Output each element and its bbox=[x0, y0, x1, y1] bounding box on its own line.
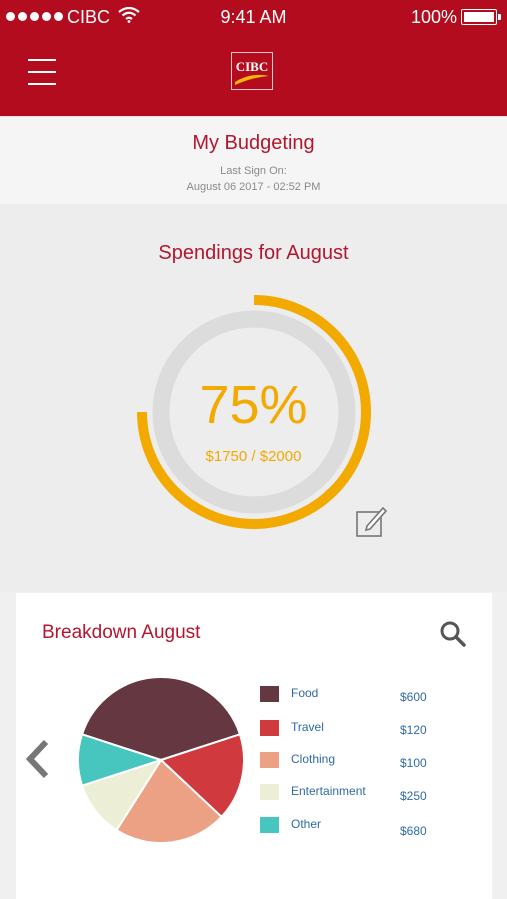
legend-item-entertainment[interactable]: Entertainment $250 bbox=[260, 784, 450, 803]
legend-value: $600 bbox=[400, 690, 427, 704]
legend-value: $680 bbox=[400, 824, 427, 838]
page-title: My Budgeting bbox=[192, 132, 315, 154]
menu-button[interactable] bbox=[28, 59, 56, 85]
legend-value: $120 bbox=[400, 723, 427, 737]
legend-swatch bbox=[260, 720, 279, 736]
legend-item-travel[interactable]: Travel $120 bbox=[260, 720, 450, 738]
legend-item-clothing[interactable]: Clothing $100 bbox=[260, 752, 450, 770]
legend-swatch bbox=[260, 752, 279, 768]
legend-swatch bbox=[260, 686, 279, 702]
legend-item-food[interactable]: Food $600 bbox=[260, 686, 450, 704]
edit-budget-button[interactable] bbox=[355, 504, 389, 538]
battery-icon bbox=[461, 9, 501, 25]
legend-label: Other bbox=[291, 817, 322, 831]
spending-amount: $1750 / $2000 bbox=[205, 448, 302, 465]
logo-text: CIBC bbox=[236, 59, 269, 74]
spending-summary: Spendings for August 75% $1750 / $2000 bbox=[0, 204, 507, 592]
app-header: CIBC bbox=[0, 34, 507, 116]
spending-title: Spendings for August bbox=[158, 242, 349, 264]
legend-swatch bbox=[260, 784, 279, 800]
breakdown-legend: Food $600 Travel $120 Clothing $100 Entertainm… bbox=[16, 593, 492, 899]
last-sign-on-date: August 06 2017 - 02:52 PM bbox=[186, 181, 321, 193]
last-sign-on-label: Last Sign On: bbox=[220, 165, 287, 177]
budget-header: My Budgeting Last Sign On: August 06 201… bbox=[0, 116, 507, 205]
legend-value: $100 bbox=[400, 756, 427, 770]
cibc-logo: CIBC bbox=[231, 52, 273, 90]
spending-percent: 75% bbox=[199, 375, 308, 435]
legend-label: Entertainment bbox=[291, 784, 366, 798]
legend-label: Clothing bbox=[291, 752, 336, 766]
battery-percent: 100% bbox=[410, 7, 457, 27]
legend-item-other[interactable]: Other $680 bbox=[260, 817, 450, 838]
legend-swatch bbox=[260, 817, 279, 833]
breakdown-card: Breakdown August Food $600 Travel $120 Cloth… bbox=[16, 593, 492, 899]
legend-value: $250 bbox=[400, 789, 427, 803]
status-bar: CIBC 9:41 AM 100% bbox=[0, 0, 507, 34]
legend-label: Travel bbox=[291, 720, 324, 734]
legend-label: Food bbox=[291, 686, 319, 700]
